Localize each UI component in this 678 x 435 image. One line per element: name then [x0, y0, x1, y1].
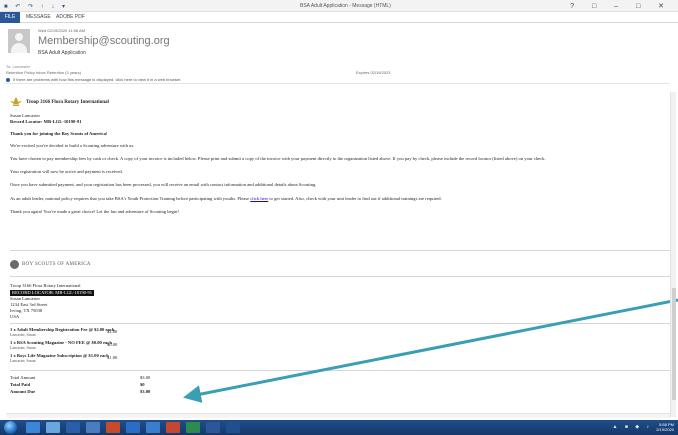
outlook-icon[interactable] — [206, 422, 220, 433]
window-titlebar: ■ ↶ ↷ ↑ ↓ ▾ BSA Adult Application - Mess… — [0, 0, 678, 12]
arrow-line — [183, 298, 678, 403]
quick-access-toolbar[interactable]: ■ ↶ ↷ ↑ ↓ ▾ — [4, 3, 68, 10]
bsa-emblem-icon — [10, 260, 19, 269]
youth-protection-link[interactable]: click here — [250, 196, 268, 201]
start-button-icon[interactable] — [4, 421, 17, 434]
scroll-thumb[interactable] — [672, 288, 676, 400]
windows-taskbar: ▲ ■ ◆ ♪ 5:58 PM 2/19/2020 — [0, 420, 678, 435]
vertical-scrollbar[interactable] — [670, 92, 676, 417]
body-paragraph-5: As an adult leader, national policy requ… — [10, 196, 442, 202]
horizontal-scrollbar[interactable] — [6, 413, 670, 418]
invoice-item-name: 1 x Boys Life Magazine Subscription @ $1… — [10, 353, 109, 358]
invoice-troop: Troop 3166 Flora Rotary International — [10, 283, 81, 288]
info-bar-text[interactable]: If there are problems with how this mess… — [13, 77, 181, 82]
body-paragraph-3: Your registration will now be active and… — [10, 169, 123, 174]
divider — [10, 370, 674, 371]
amount-due-label: Amount Due — [10, 389, 36, 394]
bsa-org-name: BOY SCOUTS OF AMERICA — [22, 262, 91, 267]
message-date: Wed 02/19/2020 11:58 AM — [38, 28, 85, 33]
thanks-heading: Thank you for joining the Boy Scouts of … — [10, 131, 108, 136]
explorer-icon[interactable] — [46, 422, 60, 433]
ie-icon[interactable] — [26, 422, 40, 433]
tab-adobe-pdf[interactable]: ADOBE PDF — [56, 12, 85, 23]
body-paragraph-2: You have chosen to pay membership fees b… — [10, 156, 546, 161]
system-tray-icons[interactable]: ▲ ■ ◆ ♪ — [613, 424, 652, 430]
window-controls[interactable]: ? □ – □ ✕ — [570, 2, 672, 10]
info-icon — [6, 77, 10, 82]
sender-address[interactable]: Membership@scouting.org — [38, 35, 170, 47]
clock-date: 2/19/2020 — [656, 427, 674, 432]
invoice-item-price: $2.00 — [107, 329, 118, 334]
chrome-icon[interactable] — [106, 422, 120, 433]
invoice-item-price: $1.00 — [107, 355, 118, 360]
message-subject: BSA Adult Application — [38, 50, 86, 56]
amount-due-value: $3.00 — [140, 389, 151, 394]
divider — [10, 323, 674, 324]
total-amount-label: Total Amount — [10, 375, 36, 380]
divider — [10, 276, 674, 277]
clock[interactable]: 5:58 PM 2/19/2020 — [656, 422, 674, 432]
recipient-line[interactable]: To: Lancaster — [6, 64, 30, 69]
record-locator: Record Locator: MB-LGL-10190-91 — [10, 119, 82, 124]
word-icon[interactable] — [126, 422, 140, 433]
tab-message[interactable]: MESSAGE — [26, 12, 51, 23]
tab-file[interactable]: FILE — [0, 12, 20, 23]
app-icon[interactable] — [146, 422, 160, 433]
avatar-head-shape — [15, 33, 23, 41]
excel-icon[interactable] — [186, 422, 200, 433]
total-paid-value: $0 — [140, 382, 145, 387]
app-icon[interactable] — [226, 422, 240, 433]
invoice-country: USA — [10, 314, 20, 319]
body-paragraph-6: Thank you again! You've made a great cho… — [10, 209, 179, 214]
body-paragraph-5-start: As an adult leader, national policy requ… — [10, 196, 250, 201]
app-icon[interactable] — [86, 422, 100, 433]
invoice-item-member: Lancaster, Susan — [10, 333, 36, 337]
total-amount-value: $3.00 — [140, 375, 151, 380]
sender-avatar — [8, 29, 30, 53]
expires-date: Expires 02/19/2023 — [356, 70, 391, 75]
body-paragraph-5-end: to get started. Also, check with your un… — [269, 196, 442, 201]
app-icon[interactable] — [66, 422, 80, 433]
powerpoint-icon[interactable] — [166, 422, 180, 433]
info-bar[interactable]: If there are problems with how this mess… — [6, 77, 670, 84]
retention-policy: Retention Policy Inbox Retention (3 year… — [6, 70, 81, 75]
ribbon-tabs: FILE MESSAGE ADOBE PDF — [0, 12, 678, 23]
invoice-item-name: 1 x Adult Membership Registration Fee @ … — [10, 327, 115, 332]
total-paid-label: Total Paid — [10, 382, 31, 387]
body-paragraph-4: Once you have submitted payment, and you… — [10, 182, 317, 187]
invoice-item-member: Lancaster, Susan — [10, 359, 36, 363]
fleur-de-lis-icon — [10, 97, 22, 106]
body-paragraph-1: We're excited you've decided to build a … — [10, 143, 135, 148]
invoice-item-price: $0.00 — [107, 342, 118, 347]
troop-heading: Troop 3166 Flora Rotary International — [26, 100, 109, 105]
invoice-item-member: Lancaster, Susan — [10, 346, 36, 350]
invoice-item-name: 1 x BSA Scouting Magazine - NO FEE @ $0.… — [10, 340, 112, 345]
window-title: BSA Adult Application - Message (HTML) — [300, 3, 391, 9]
divider — [10, 250, 674, 251]
avatar-shoulders-shape — [11, 43, 27, 53]
